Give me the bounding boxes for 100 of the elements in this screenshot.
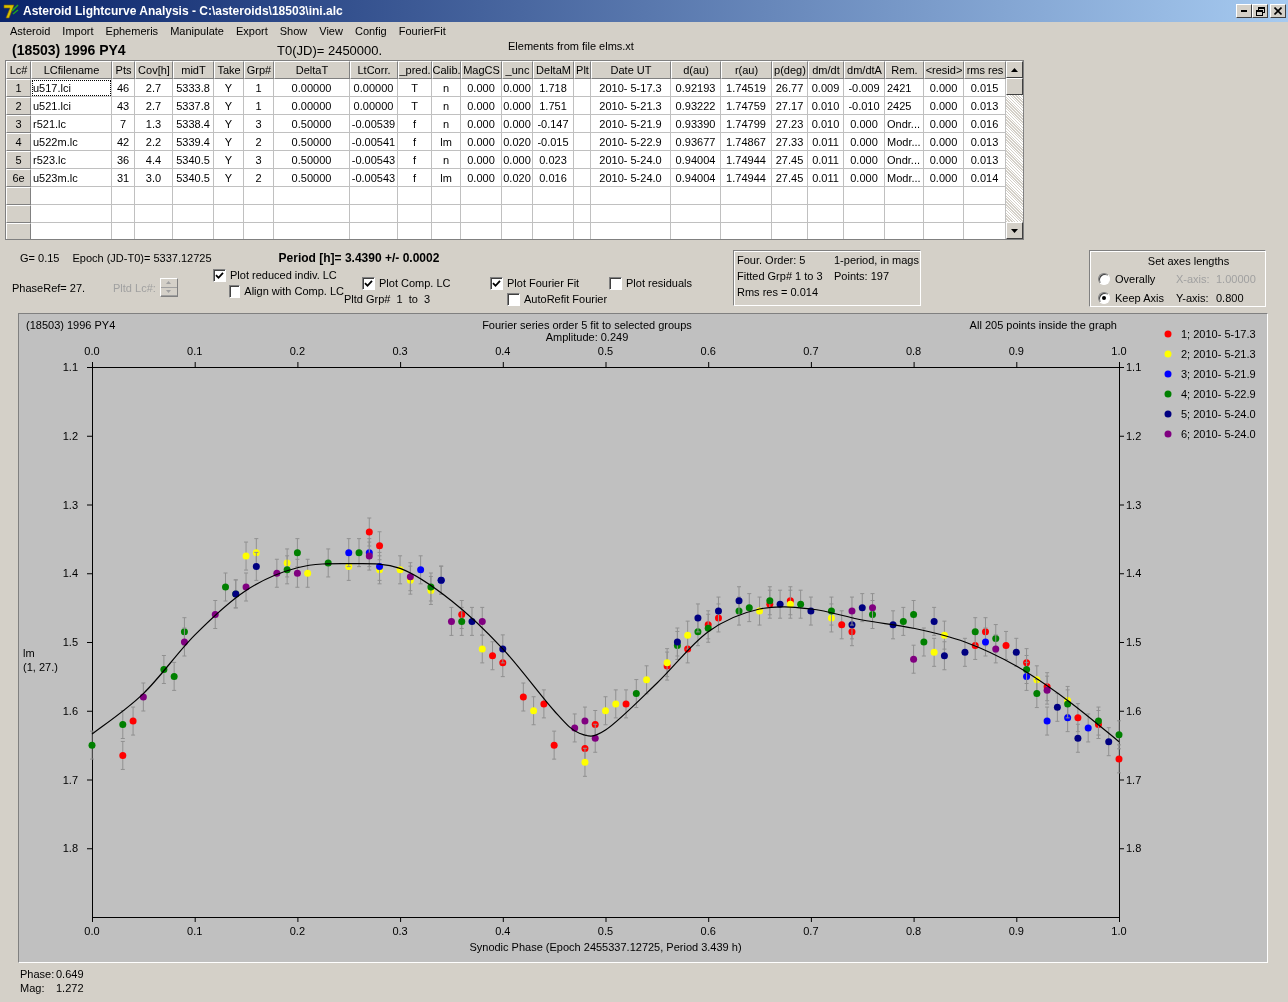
tick-label: 0.1 <box>187 925 203 937</box>
table-cell: 2.7 <box>135 97 173 115</box>
legend-label: 5; 2010- 5-24.0 <box>1181 408 1256 420</box>
table-cell: 5337.8 <box>173 97 214 115</box>
legend-label: 1; 2010- 5-17.3 <box>1181 328 1256 340</box>
tick-label: 1.3 <box>1126 498 1142 511</box>
table-cell: 0.011 <box>808 169 844 187</box>
table-cell: 31 <box>112 169 135 187</box>
tick-label: 1.6 <box>62 704 78 717</box>
table-cell: 27.45 <box>772 169 808 187</box>
table-cell: 0.00000 <box>350 79 398 97</box>
tick-label: 1.0 <box>1111 345 1127 357</box>
axis-label: Y-axis: <box>1176 292 1210 305</box>
table-cell: 0.000 <box>461 151 502 169</box>
period-value: Period [h]= 3.4390 +/- 0.0002 <box>278 251 440 265</box>
tick-label: 1.2 <box>1126 429 1142 442</box>
tick-label: 1.4 <box>62 567 78 580</box>
table-cell: Y <box>214 169 244 187</box>
tick-label: 0.9 <box>1008 925 1024 937</box>
tick-label: 0.0 <box>84 925 100 937</box>
elements-label: Elements from file elms.xt <box>508 40 634 52</box>
table-cell: 0.50000 <box>274 133 350 151</box>
status-value: 1.272 <box>56 982 85 994</box>
table-cell: f <box>398 115 432 133</box>
amplitude-label: Amplitude: 0.249 <box>545 331 629 343</box>
table-cell: 3 <box>244 115 274 133</box>
fit-info-text: Points: 197 <box>834 270 891 282</box>
tick-label: 0.7 <box>803 345 819 357</box>
fit-info-text: 1-period, in mags <box>834 254 919 266</box>
table-cell: n <box>432 97 461 115</box>
fit-info-text: Four. Order: 5 <box>737 254 807 266</box>
table-cell: 5339.4 <box>173 133 214 151</box>
table-cell: 42 <box>112 133 135 151</box>
axis-title: lm <box>23 647 35 659</box>
tick-label: 1.6 <box>1126 704 1142 717</box>
axis-title: Synodic Phase (Epoch 2455337.12725, Period 3.439 h) <box>469 941 742 953</box>
tick-label: 0.6 <box>700 345 716 357</box>
table-cell: 1.3 <box>135 115 173 133</box>
pltd-grp-label: Pltd Grp# 1 to 3 <box>344 293 432 305</box>
table-cell: 2425 <box>885 97 924 115</box>
tick-label: 1.1 <box>1126 361 1142 373</box>
table-cell: 1.74759 <box>721 97 772 115</box>
table-cell: n <box>432 115 461 133</box>
tick-label: 0.8 <box>905 345 922 357</box>
table-cell: 0.009 <box>808 79 844 97</box>
table-cell: Modr... <box>885 133 924 151</box>
table-cell: 27.23 <box>772 115 808 133</box>
table-cell: 0.93677 <box>671 133 721 151</box>
table-cell: Ondr... <box>885 151 924 169</box>
tick-label: 0.8 <box>905 925 922 937</box>
table-cell: -0.147 <box>533 115 574 133</box>
table-cell: 0.000 <box>502 97 533 115</box>
table-cell: T <box>398 97 432 115</box>
tick-label: 1.7 <box>1126 773 1142 786</box>
table-cell: 0.000 <box>844 151 885 169</box>
tick-label: 1.7 <box>62 773 78 786</box>
tick-label: 1.8 <box>62 842 78 855</box>
t0-label: T0(JD)= 2450000. <box>277 43 384 58</box>
table-cell: 0.92193 <box>671 79 721 97</box>
table-cell: 5340.5 <box>173 151 214 169</box>
table-cell: Y <box>214 97 244 115</box>
table-cell: 0.50000 <box>274 169 350 187</box>
table-cell: 0.011 <box>808 151 844 169</box>
epoch-value: Epoch (JD-T0)= 5337.12725 <box>72 252 212 264</box>
table-cell: 2010- 5-21.9 <box>591 115 671 133</box>
table-cell: Y <box>214 151 244 169</box>
table-cell: -0.015 <box>533 133 574 151</box>
tick-label: 0.5 <box>597 345 614 357</box>
table-cell: 0.94004 <box>671 169 721 187</box>
table-cell: 0.93222 <box>671 97 721 115</box>
table-cell: 0.50000 <box>274 151 350 169</box>
table-cell: 1.74944 <box>721 151 772 169</box>
table-cell: 1.751 <box>533 97 574 115</box>
table-cell: -0.010 <box>844 97 885 115</box>
table-cell: 2010- 5-24.0 <box>591 151 671 169</box>
table-cell: 0.000 <box>502 115 533 133</box>
table-cell: 0.016 <box>533 169 574 187</box>
tick-label: 1.1 <box>62 361 78 373</box>
tick-label: 0.7 <box>803 925 819 937</box>
table-cell: f <box>398 151 432 169</box>
tick-label: 0.3 <box>392 925 408 937</box>
table-cell: n <box>432 79 461 97</box>
table-cell: Modr... <box>885 169 924 187</box>
tick-label: 0.2 <box>289 925 306 937</box>
table-cell: 0.000 <box>924 97 964 115</box>
points-note: All 205 points inside the graph <box>969 319 1117 331</box>
tick-label: 1.4 <box>1126 567 1142 580</box>
table-cell: 0.50000 <box>274 115 350 133</box>
legend-label: 4; 2010- 5-22.9 <box>1181 388 1256 400</box>
table-cell: Y <box>214 133 244 151</box>
table-cell: 2 <box>244 133 274 151</box>
window-title: Asteroid Lightcurve Analysis - C:\asteroids\18503\ini.alc <box>23 4 344 18</box>
table-cell: f <box>398 169 432 187</box>
table-cell: u523m.lc <box>31 169 112 187</box>
status-value: 0.649 <box>56 968 85 980</box>
tick-label: 1.5 <box>62 636 78 648</box>
table-cell: T <box>398 79 432 97</box>
table-cell: f <box>398 133 432 151</box>
table-cell: n <box>432 151 461 169</box>
table-cell: 2.2 <box>135 133 173 151</box>
